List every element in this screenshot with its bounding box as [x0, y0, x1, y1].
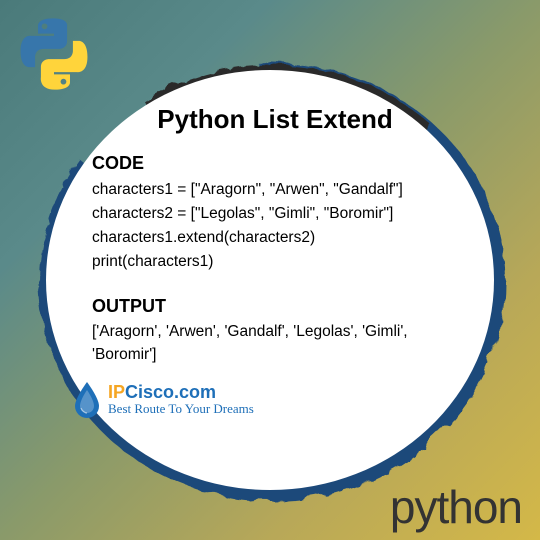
output-block: ['Aragorn', 'Arwen', 'Gandalf', 'Legolas…	[92, 321, 458, 366]
brand-ip: IP	[108, 382, 125, 402]
water-drop-icon	[72, 380, 102, 418]
brand-suffix: .com	[174, 382, 216, 402]
output-heading: OUTPUT	[92, 296, 458, 317]
brand-name: IPCisco.com	[108, 382, 254, 403]
content-circle: Python List Extend CODE characters1 = ["…	[46, 70, 494, 490]
brand-text: IPCisco.com Best Route To Your Dreams	[108, 382, 254, 417]
slide-content: Python List Extend CODE characters1 = ["…	[46, 70, 494, 490]
code-block: characters1 = ["Aragorn", "Arwen", "Gand…	[92, 178, 458, 274]
brand-badge: IPCisco.com Best Route To Your Dreams	[72, 380, 458, 418]
brand-cisco: Cisco	[125, 382, 174, 402]
slide-title: Python List Extend	[92, 104, 458, 135]
brand-tagline: Best Route To Your Dreams	[108, 401, 254, 417]
python-logo-icon	[14, 14, 94, 94]
code-heading: CODE	[92, 153, 458, 174]
python-wordmark: python	[390, 480, 522, 534]
